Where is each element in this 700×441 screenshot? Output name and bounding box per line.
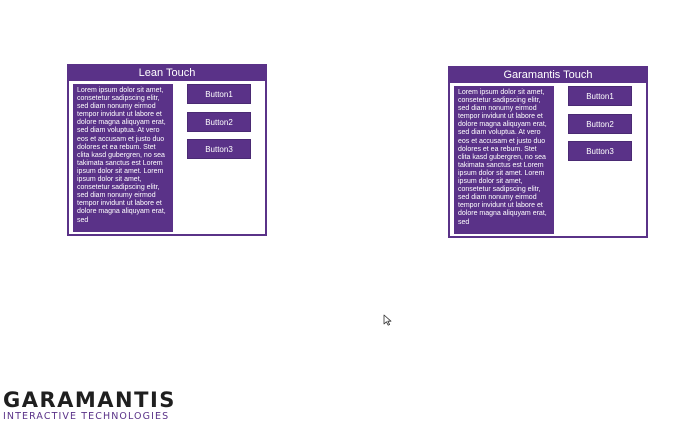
lean-touch-panel: Lean Touch Lorem ipsum dolor sit amet, c… xyxy=(67,64,267,236)
garamantis-touch-button-2[interactable]: Button2 xyxy=(568,114,632,134)
logo-tagline: INTERACTIVE TECHNOLOGIES xyxy=(3,411,170,422)
garamantis-touch-panel: Garamantis Touch Lorem ipsum dolor sit a… xyxy=(448,66,648,238)
garamantis-touch-button-1[interactable]: Button1 xyxy=(568,86,632,106)
mouse-pointer-icon xyxy=(383,314,392,326)
lean-touch-text-block: Lorem ipsum dolor sit amet, consetetur s… xyxy=(73,84,173,232)
lean-touch-button-1[interactable]: Button1 xyxy=(187,84,251,104)
garamantis-logo: GARAMANTIS INTERACTIVE TECHNOLOGIES xyxy=(3,389,176,423)
lean-touch-button-2[interactable]: Button2 xyxy=(187,112,251,132)
garamantis-touch-button-3[interactable]: Button3 xyxy=(568,141,632,161)
lean-touch-title: Lean Touch xyxy=(69,66,265,81)
logo-wordmark: GARAMANTIS xyxy=(3,388,176,412)
lean-touch-button-3[interactable]: Button3 xyxy=(187,139,251,159)
garamantis-touch-title: Garamantis Touch xyxy=(450,68,646,83)
garamantis-touch-text-block: Lorem ipsum dolor sit amet, consetetur s… xyxy=(454,86,554,234)
